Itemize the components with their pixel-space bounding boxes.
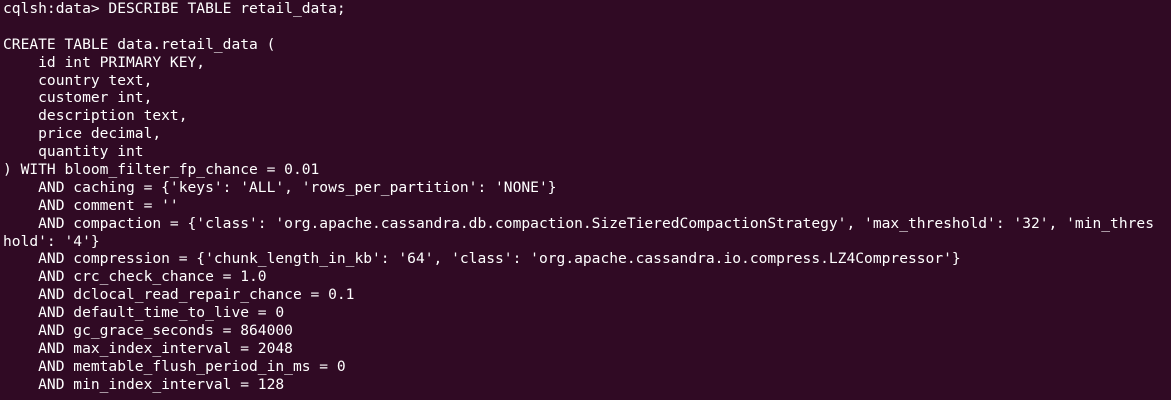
output-line: AND memtable_flush_period_in_ms = 0: [3, 357, 346, 375]
output-line: AND caching = {'keys': 'ALL', 'rows_per_…: [3, 178, 557, 196]
output-line: country text,: [3, 71, 153, 89]
terminal-window[interactable]: cqlsh:data> DESCRIBE TABLE retail_data; …: [0, 0, 1171, 400]
output-line: AND comment = '': [3, 196, 179, 214]
output-line: AND dclocal_read_repair_chance = 0.1: [3, 286, 355, 304]
output-line: AND default_time_to_live = 0: [3, 304, 285, 322]
output-line: AND compression = {'chunk_length_in_kb':…: [3, 250, 961, 268]
output-line: hold': '4'}: [3, 232, 100, 250]
output-line: CREATE TABLE data.retail_data (: [3, 35, 276, 53]
output-line: ) WITH bloom_filter_fp_chance = 0.01: [3, 161, 320, 179]
output-line: description text,: [3, 107, 188, 125]
output-line: AND crc_check_chance = 1.0: [3, 268, 267, 286]
output-line: AND compaction = {'class': 'org.apache.c…: [3, 214, 1154, 232]
output-line: id int PRIMARY KEY,: [3, 53, 206, 71]
output-line: AND max_index_interval = 2048: [3, 339, 293, 357]
output-line: price decimal,: [3, 125, 162, 143]
output-line: customer int,: [3, 89, 153, 107]
output-line: AND min_index_interval = 128: [3, 375, 285, 393]
output-line: AND gc_grace_seconds = 864000: [3, 322, 293, 340]
command-prompt-line: cqlsh:data> DESCRIBE TABLE retail_data;: [3, 0, 346, 17]
output-line: quantity int: [3, 143, 144, 161]
